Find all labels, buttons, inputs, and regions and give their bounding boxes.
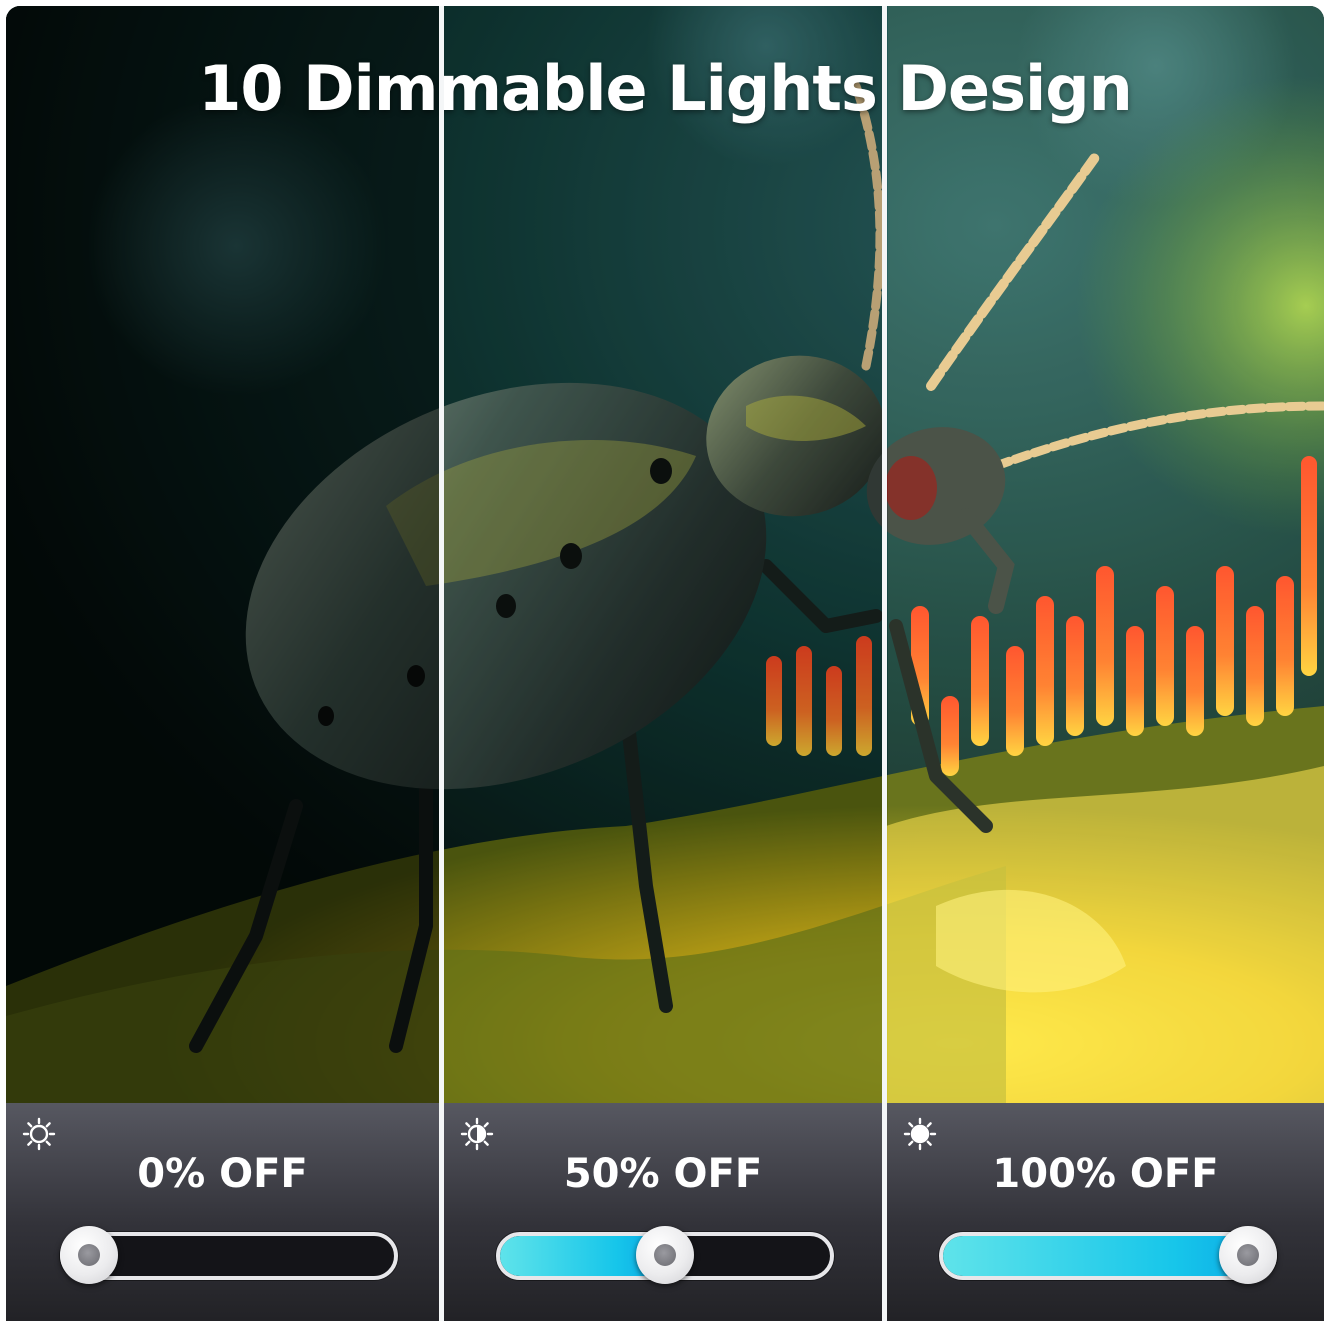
brightness-panel-0: 0% OFF bbox=[6, 1103, 439, 1321]
beetle-photo bbox=[6, 6, 1324, 1103]
sun-half-icon bbox=[460, 1117, 494, 1151]
headline: 10 Dimmable Lights Design bbox=[198, 52, 1133, 125]
brightness-panel-50: 50% OFF bbox=[444, 1103, 882, 1321]
brightness-label: 0% OFF bbox=[137, 1151, 308, 1197]
panel-divider bbox=[439, 6, 444, 1321]
beetle-photo-illustration bbox=[6, 6, 1324, 1103]
sun-filled-icon bbox=[903, 1117, 937, 1151]
brightness-panel-100: 100% OFF bbox=[887, 1103, 1324, 1321]
slider-knob[interactable] bbox=[636, 1226, 694, 1284]
comparison-frame: 10 Dimmable Lights Design 0% OFF 50% OFF… bbox=[6, 6, 1324, 1321]
brightness-label: 100% OFF bbox=[992, 1151, 1219, 1197]
slider-knob[interactable] bbox=[60, 1226, 118, 1284]
panel-divider bbox=[882, 6, 887, 1321]
sun-outline-icon bbox=[22, 1117, 56, 1151]
brightness-label: 50% OFF bbox=[563, 1151, 763, 1197]
slider-knob[interactable] bbox=[1219, 1226, 1277, 1284]
